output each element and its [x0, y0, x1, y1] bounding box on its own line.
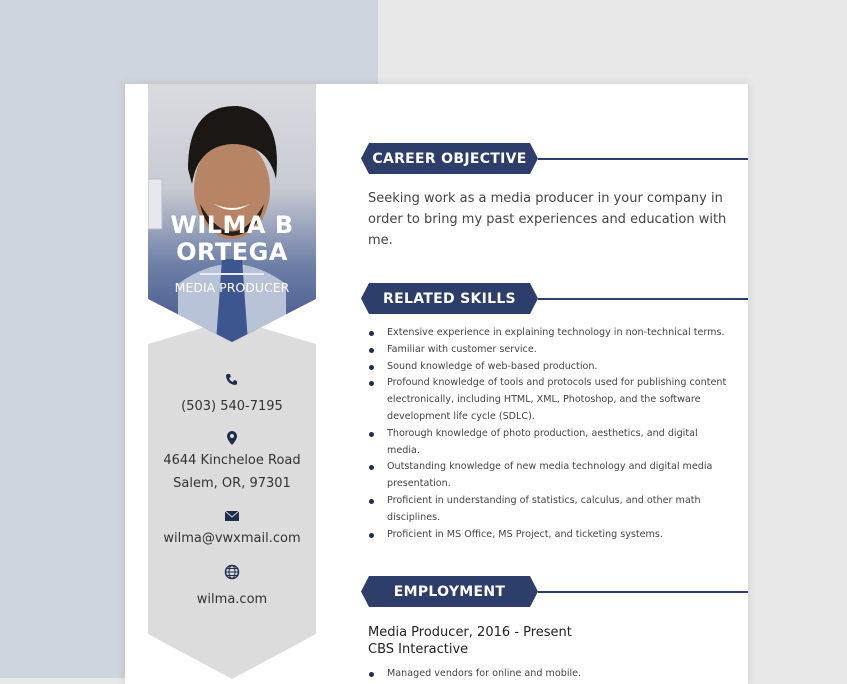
- globe-icon: [224, 564, 240, 580]
- contact-email: wilma@vwxmail.com: [163, 531, 301, 546]
- resume-page: WILMA B ORTEGA MEDIA PRODUCER (503) 540-7…: [125, 84, 748, 684]
- related-skills-header: RELATED SKILLS: [361, 283, 748, 314]
- section-heading: CAREER OBJECTIVE: [361, 143, 538, 174]
- sidebar: WILMA B ORTEGA MEDIA PRODUCER (503) 540-7…: [148, 84, 316, 684]
- address-line-2: Salem, OR, 97301: [173, 476, 291, 491]
- phone-icon: [226, 374, 237, 385]
- section-heading: RELATED SKILLS: [361, 283, 538, 314]
- skills-list: Extensive experience in explaining techn…: [368, 325, 728, 543]
- envelope-icon: [224, 510, 240, 521]
- profile-photo: WILMA B ORTEGA MEDIA PRODUCER: [148, 84, 316, 342]
- section-heading: EMPLOYMENT: [361, 576, 538, 607]
- list-item: Profound knowledge of tools and protocol…: [368, 375, 728, 425]
- job-entry: Media Producer, 2016 - Present CBS Intera…: [368, 624, 572, 658]
- job-company: CBS Interactive: [368, 642, 469, 657]
- location-pin-icon: [227, 431, 237, 445]
- employment-header: EMPLOYMENT: [361, 576, 748, 607]
- list-item: Proficient in understanding of statistic…: [368, 493, 728, 527]
- list-item: Thorough knowledge of photo production, …: [368, 426, 728, 460]
- job-duties-list: Managed vendors for online and mobile.: [368, 666, 728, 683]
- career-objective-text: Seeking work as a media producer in your…: [368, 191, 727, 248]
- name-divider: [200, 273, 264, 275]
- job-title: Media Producer, 2016 - Present: [368, 625, 572, 640]
- contact-phone: (503) 540-7195: [181, 399, 283, 414]
- list-item: Managed vendors for online and mobile.: [368, 666, 728, 683]
- profile-name: WILMA B ORTEGA: [148, 212, 316, 266]
- list-item: Extensive experience in explaining techn…: [368, 325, 728, 342]
- list-item: Outstanding knowledge of new media techn…: [368, 459, 728, 493]
- profile-title: MEDIA PRODUCER: [174, 280, 290, 295]
- list-item: Sound knowledge of web-based production.: [368, 359, 728, 376]
- name-line-2: ORTEGA: [176, 238, 288, 266]
- list-item: Proficient in MS Office, MS Project, and…: [368, 527, 728, 544]
- contact-website: wilma.com: [196, 592, 268, 607]
- career-objective-header: CAREER OBJECTIVE: [361, 143, 748, 174]
- contact-address: 4644 Kincheloe Road Salem, OR, 97301: [148, 449, 316, 495]
- address-line-1: 4644 Kincheloe Road: [163, 453, 301, 468]
- divider-line: [538, 298, 748, 300]
- list-item: Familiar with customer service.: [368, 342, 728, 359]
- divider-line: [538, 591, 748, 593]
- divider-line: [538, 158, 748, 160]
- name-line-1: WILMA B: [170, 211, 294, 239]
